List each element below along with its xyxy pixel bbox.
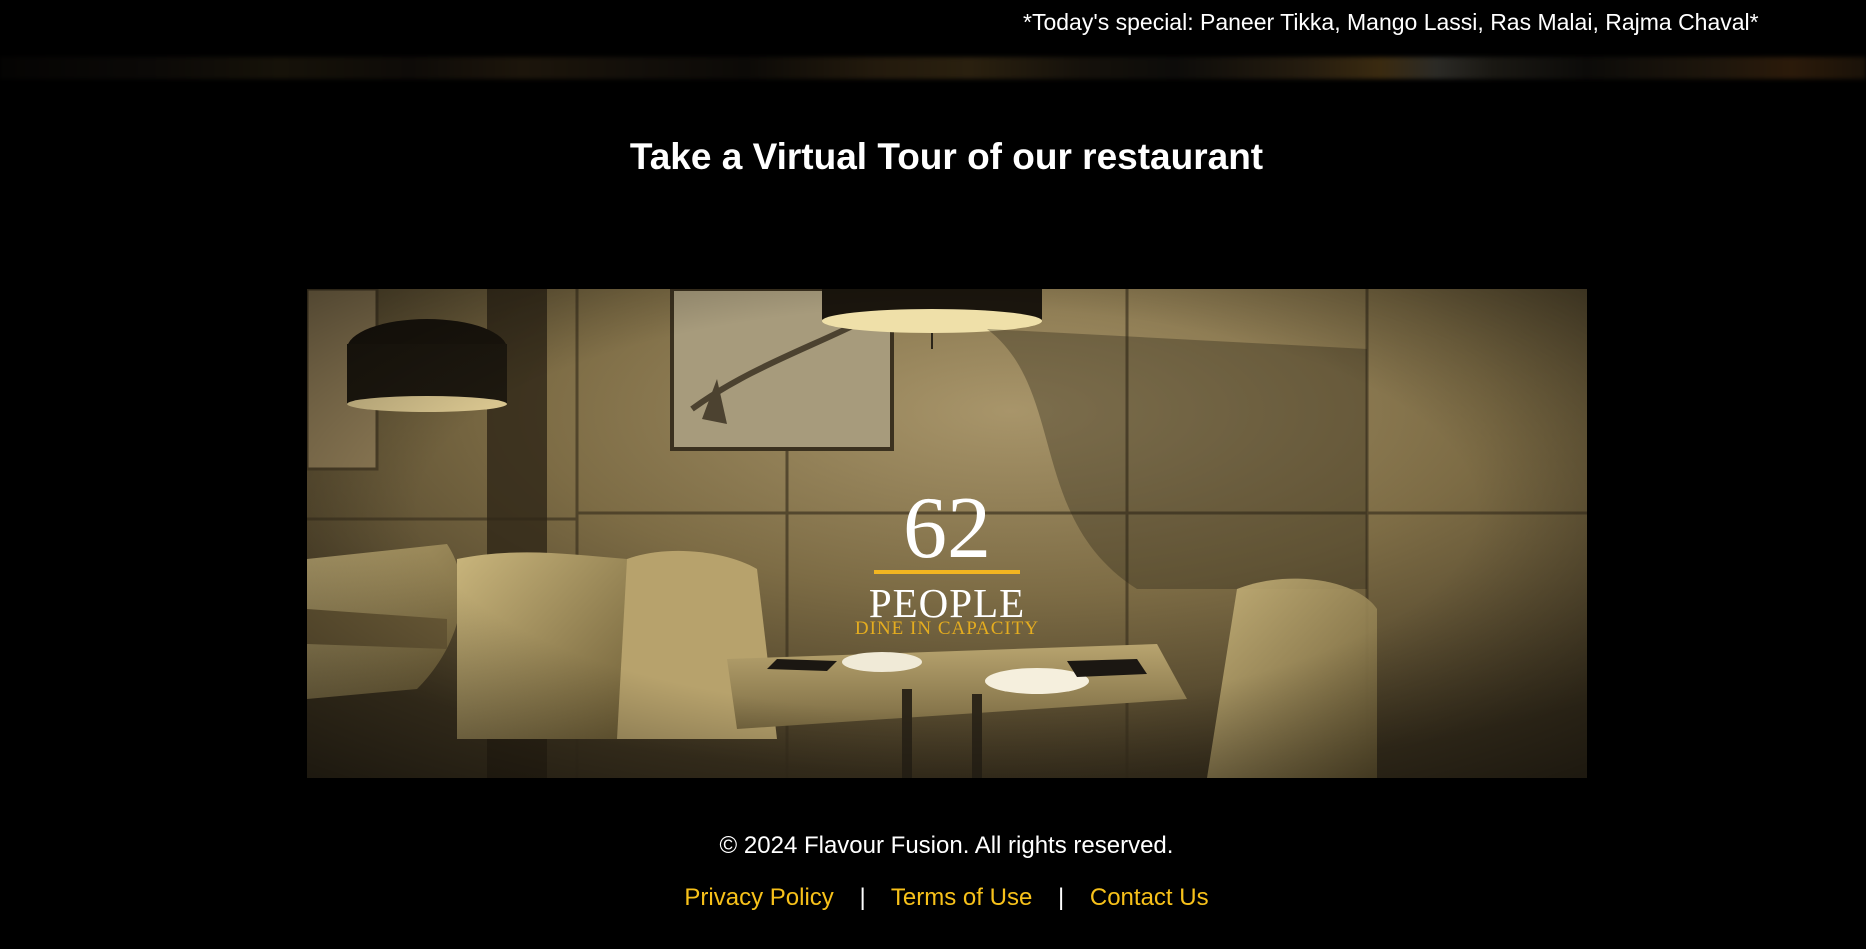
terms-of-use-link[interactable]: Terms of Use [891, 884, 1032, 911]
footer-links: Privacy Policy | Terms of Use | Contact … [0, 884, 1866, 912]
privacy-policy-link[interactable]: Privacy Policy [684, 884, 833, 911]
contact-us-link[interactable]: Contact Us [1090, 884, 1209, 911]
todays-special-text: *Today's special: Paneer Tikka, Mango La… [1023, 9, 1759, 35]
special-ticker-bar: *Today's special: Paneer Tikka, Mango La… [0, 0, 1866, 57]
virtual-tour-video[interactable]: 62 PEOPLE DINE IN CAPACITY [307, 289, 1587, 778]
restaurant-interior-image [307, 289, 1587, 778]
copyright-text: © 2024 Flavour Fusion. All rights reserv… [719, 832, 1174, 859]
footer-separator: | [1057, 884, 1065, 911]
virtual-tour-title: Take a Virtual Tour of our restaurant [629, 136, 1264, 177]
hero-image-strip [0, 57, 1866, 79]
footer-separator: | [859, 884, 866, 911]
